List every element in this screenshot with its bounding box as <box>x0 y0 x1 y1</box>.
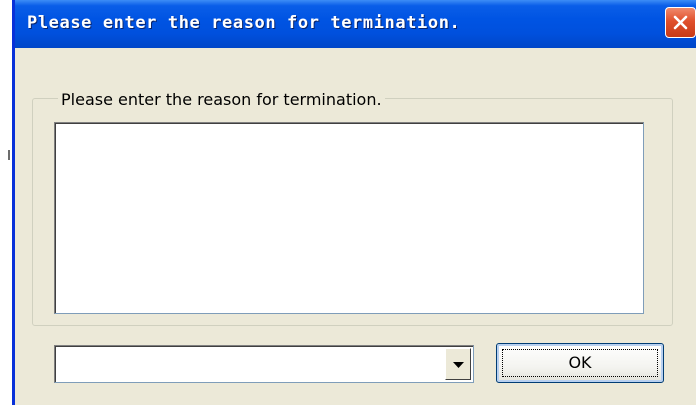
reason-select[interactable] <box>54 345 474 383</box>
title-bar[interactable]: Please enter the reason for termination. <box>15 0 696 48</box>
ok-button-label: OK <box>568 353 592 372</box>
ok-button[interactable]: OK <box>496 343 664 383</box>
background-edge-mark <box>8 150 10 160</box>
reason-textarea[interactable] <box>54 122 644 314</box>
window-title: Please enter the reason for termination. <box>27 13 461 33</box>
close-button[interactable] <box>665 7 696 38</box>
groupbox-label: Please enter the reason for termination. <box>58 90 385 110</box>
dropdown-button[interactable] <box>445 348 471 380</box>
